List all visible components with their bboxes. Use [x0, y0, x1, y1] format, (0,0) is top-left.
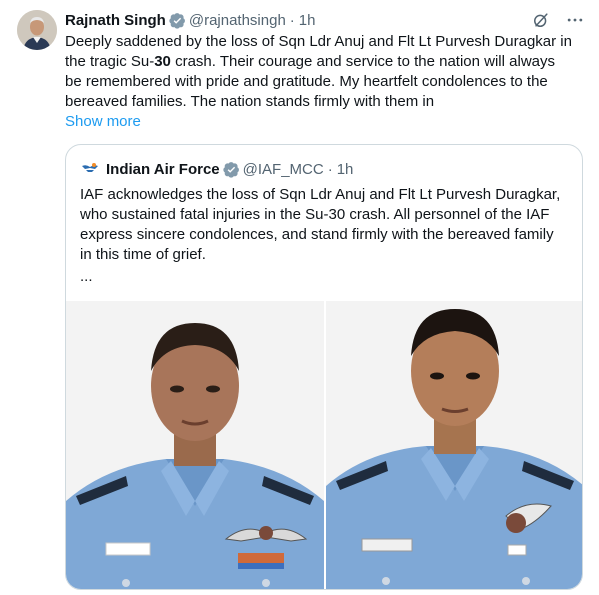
- quoted-tweet-timestamp[interactable]: 1h: [337, 161, 354, 178]
- tweet-text: Deeply saddened by the loss of Sqn Ldr A…: [65, 32, 585, 112]
- tweet-text-segment: the tragic Su-: [65, 53, 155, 70]
- tweet-timestamp[interactable]: 1h: [299, 12, 316, 29]
- tweet[interactable]: Rajnath Singh @rajnathsingh · 1h Deeply …: [0, 0, 599, 595]
- author-handle[interactable]: @rajnathsingh: [189, 12, 286, 29]
- quoted-text-ellipsis: ...: [80, 268, 93, 285]
- media-photo-right[interactable]: [326, 301, 582, 589]
- quoted-author-handle[interactable]: @IAF_MCC: [243, 161, 324, 178]
- quoted-tweet-text: IAF acknowledges the loss of Sqn Ldr Anu…: [80, 185, 572, 265]
- tweet-text-bold: 30: [154, 53, 171, 70]
- quoted-author-name[interactable]: Indian Air Force: [106, 161, 220, 178]
- separator-dot: ·: [327, 160, 333, 178]
- tweet-header: Rajnath Singh @rajnathsingh · 1h: [65, 10, 585, 30]
- officer-portrait-left: [66, 301, 324, 589]
- author-name[interactable]: Rajnath Singh: [65, 12, 166, 29]
- quoted-text-line: express sincere condolences, and stand f…: [80, 226, 554, 243]
- media-photo-left[interactable]: [66, 301, 324, 589]
- verified-badge-icon: [222, 161, 239, 178]
- header-actions: [531, 10, 585, 30]
- tweet-text-line: be remembered with pride and gratitude. …: [65, 73, 548, 90]
- tweet-text-line: Deeply saddened by the loss of Sqn Ldr A…: [65, 33, 572, 50]
- iaf-logo-icon[interactable]: [80, 159, 100, 179]
- show-more-link[interactable]: Show more: [65, 112, 141, 132]
- media-grid: [66, 301, 582, 589]
- quoted-text-line: IAF acknowledges the loss of Sqn Ldr Anu…: [80, 186, 561, 203]
- verified-badge-icon: [169, 12, 185, 29]
- tweet-text-line: bereaved families. The nation stands fir…: [65, 93, 435, 110]
- avatar-image: [17, 10, 57, 50]
- officer-portrait-right: [326, 301, 582, 589]
- author-avatar[interactable]: [17, 10, 57, 50]
- separator-dot: ·: [289, 11, 295, 29]
- tweet-text-line: the tragic Su-30 crash. Their courage an…: [65, 52, 585, 72]
- tweet-text-segment: crash. Their courage and service to the …: [170, 53, 555, 70]
- grok-icon[interactable]: [531, 10, 551, 30]
- more-icon[interactable]: [565, 10, 585, 30]
- quoted-tweet-header: Indian Air Force @IAF_MCC · 1h: [80, 159, 353, 179]
- quoted-tweet[interactable]: Indian Air Force @IAF_MCC · 1h IAF ackno…: [65, 144, 583, 590]
- quoted-text-line: in this time of grief.: [80, 246, 206, 263]
- quoted-text-line: who sustained fatal injuries in the Su-3…: [80, 206, 550, 223]
